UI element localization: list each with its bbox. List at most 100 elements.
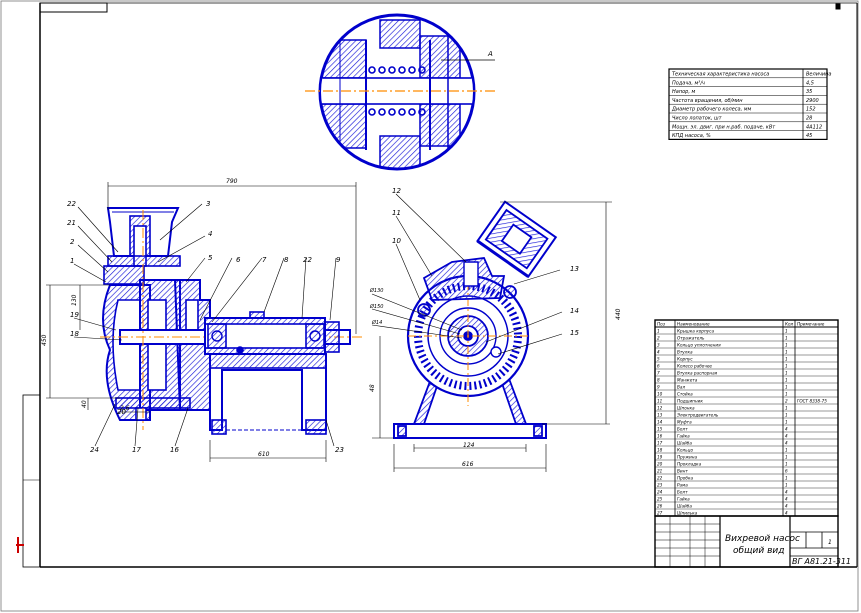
drawing-designation: ВГ А81.21-311 <box>792 557 851 566</box>
leader-12: 12 <box>392 187 401 195</box>
parts-cell: Втулка <box>677 350 693 355</box>
parts-cell: 1 <box>785 420 788 425</box>
parts-cell: Муфта <box>677 420 692 425</box>
spec-cell-label: Число лопаток, шт <box>672 116 723 122</box>
leader-4: 4 <box>208 230 212 238</box>
parts-cell: 16 <box>657 434 663 439</box>
pump-end-view <box>393 200 558 439</box>
parts-cell: 2 <box>785 399 788 404</box>
dim-small-b: 48 <box>369 384 376 392</box>
parts-cell: 9 <box>657 385 660 390</box>
parts-cell: 23 <box>657 483 663 488</box>
parts-cell: 4 <box>785 490 788 495</box>
drawing-title-line-1: Вихревой насос <box>725 534 800 544</box>
title-block-text: Вихревой насос общий вид ВГ А81.21-311 1 <box>725 534 851 566</box>
parts-cell: 4 <box>657 350 660 355</box>
parts-cell: 4 <box>785 434 788 439</box>
parts-cell: 1 <box>785 385 788 390</box>
dim-end-d3: Ø14 <box>371 319 382 326</box>
parts-cell: 26 <box>657 504 663 509</box>
spec-cell-label: Мощн. эл. двиг. при н.раб. подаче, кВт <box>672 124 776 130</box>
leader-6: 6 <box>236 256 241 264</box>
leader-7: 7 <box>262 256 267 264</box>
parts-header-cell: Примечание <box>797 322 825 327</box>
leader-1: 1 <box>70 257 74 265</box>
parts-cell: Кольцо уплотнения <box>677 343 721 348</box>
dim-left-h3: 40 <box>81 400 88 408</box>
parts-cell: Манжета <box>677 378 698 383</box>
spec-cell-value: 28 <box>806 116 812 122</box>
parts-cell: Пружина <box>677 455 698 460</box>
parts-cell: Болт <box>677 490 688 495</box>
leader-10: 10 <box>392 237 401 245</box>
parts-cell: Винт <box>677 469 688 474</box>
dim-end-d1: Ø130 <box>369 287 383 294</box>
parts-cell: Пробка <box>677 476 693 481</box>
leader-22-top: 22 <box>67 200 76 208</box>
parts-cell: 1 <box>785 329 788 334</box>
spec-cell-label: Техническая характеристика насоса <box>672 72 769 78</box>
detail-a-view: A <box>305 13 495 171</box>
dim-end-width: 124 <box>463 442 475 449</box>
leader-9: 9 <box>336 256 341 264</box>
parts-cell: 19 <box>657 455 663 460</box>
sheet-number: 1 <box>828 539 832 546</box>
parts-cell: 1 <box>785 371 788 376</box>
parts-cell: Отражатель <box>677 336 705 341</box>
spec-table: Техническая характеристика насоса Величин… <box>668 68 832 141</box>
dim-end-d2: Ø150 <box>369 303 383 310</box>
parts-cell: Кольцо <box>677 448 694 453</box>
parts-cell: 27 <box>657 511 663 516</box>
parts-cell: 8 <box>657 378 660 383</box>
parts-cell: 1 <box>785 378 788 383</box>
parts-cell: 6 <box>785 469 788 474</box>
dim-base-length: 610 <box>258 451 270 458</box>
parts-cell: 1 <box>785 357 788 362</box>
parts-cell: 10 <box>657 392 663 397</box>
parts-cell: 13 <box>657 413 663 418</box>
spec-cell-value: 4А112 <box>806 124 822 130</box>
spec-cell-label: Диаметр рабочего колеса, мм <box>671 107 752 113</box>
leader-15: 15 <box>570 329 579 337</box>
parts-cell: Корпус <box>677 357 693 362</box>
parts-cell: Шайба <box>677 504 692 509</box>
parts-cell: 2 <box>657 336 660 341</box>
spec-cell-label: Напор, м <box>672 89 696 95</box>
leader-3: 3 <box>206 200 210 208</box>
parts-cell: 6 <box>657 364 660 369</box>
parts-cell: 1 <box>785 364 788 369</box>
drawing-title-line-2: общий вид <box>733 546 784 556</box>
parts-list-table: Поз Наименование Кол Примечание 1 Крышка корп… <box>654 319 839 517</box>
parts-cell: 14 <box>657 420 663 425</box>
parts-cell: Вал <box>677 385 685 390</box>
leader-19: 19 <box>70 311 79 319</box>
parts-cell: ГОСТ 8338-75 <box>797 399 827 404</box>
leader-18: 18 <box>70 330 79 338</box>
parts-cell: Колесо рабочее <box>677 364 712 369</box>
spec-cell-value: 4,5 <box>806 80 814 86</box>
leader-13: 13 <box>570 265 579 273</box>
spec-cell-label: Частота вращения, об/мин <box>672 98 743 104</box>
parts-cell: Шпилька <box>677 511 698 516</box>
spec-cell-value: 45 <box>806 133 812 139</box>
parts-cell: 21 <box>657 469 663 474</box>
spec-cell-value: Величина <box>806 72 832 78</box>
leader-24: 24 <box>90 446 99 454</box>
leader-5: 5 <box>208 254 213 262</box>
parts-cell: 1 <box>785 448 788 453</box>
dim-end-base: 616 <box>462 461 474 468</box>
parts-cell: 1 <box>785 350 788 355</box>
parts-cell: Рама <box>677 483 688 488</box>
parts-cell: 1 <box>785 455 788 460</box>
parts-cell: 15 <box>657 427 663 432</box>
parts-cell: 1 <box>785 476 788 481</box>
pump-section-view <box>100 207 362 435</box>
parts-cell: Шпонка <box>677 406 695 411</box>
dim-left-h2: 450 <box>41 334 48 346</box>
dim-overall-length: 790 <box>226 178 238 185</box>
spec-cell-value: 152 <box>806 107 816 113</box>
parts-cell: Болт <box>677 427 688 432</box>
parts-cell: Стойка <box>677 392 693 397</box>
spec-cell-value: 35 <box>806 89 812 95</box>
parts-cell: 4 <box>785 441 788 446</box>
